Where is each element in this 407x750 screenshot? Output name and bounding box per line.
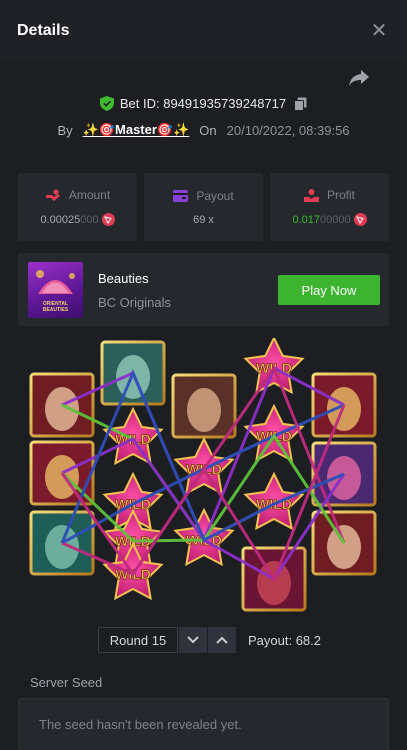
by-label: By [57, 122, 73, 138]
username-link[interactable]: ✨🎯Master🎯✨ [83, 122, 190, 138]
on-label: On [199, 122, 217, 138]
chevron-up-icon [216, 636, 228, 644]
amount-value-trailing: 000 [80, 213, 99, 226]
bet-id-row: Bet ID: 89491935739248717 [0, 96, 407, 111]
payout-value: 69 x [193, 213, 214, 226]
round-controls: Round 15 Payout: 68.2 [98, 627, 321, 653]
thumbnail-text: ORIENTAL BEAUTIES [42, 301, 69, 313]
slot-result-board: WILDWILDWILDWILDWILDWILDWILDWILDWILD [29, 338, 377, 612]
reel-symbols: WILDWILDWILDWILDWILDWILDWILDWILDWILD [29, 338, 377, 612]
profit-value-trailing: 00000 [319, 213, 351, 226]
payout-stat: Payout 69 x [144, 173, 263, 241]
woman-a-symbol-art [45, 387, 79, 431]
round-up-button[interactable] [208, 627, 236, 653]
copy-icon[interactable] [294, 97, 307, 111]
bet-meta-row: By ✨🎯Master🎯✨ On 20/10/2022, 08:39:56 [0, 122, 407, 138]
amount-icon [45, 188, 60, 201]
round-payout: Payout: 68.2 [248, 632, 321, 648]
wallet-icon [173, 189, 189, 202]
trx-coin-icon [101, 213, 115, 226]
drum-symbol-art [257, 561, 291, 605]
profit-label: Profit [326, 188, 355, 202]
amount-label: Amount [68, 188, 111, 202]
server-seed-text: The seed hasn't been revealed yet. [39, 717, 242, 732]
woman-a-symbol-art [327, 525, 361, 569]
details-header: Details ✕ [0, 0, 407, 62]
amount-stat: Amount 0.00025 000 [18, 173, 137, 241]
play-now-button[interactable]: Play Now [278, 275, 380, 305]
close-icon[interactable]: ✕ [369, 21, 389, 41]
round-down-button[interactable] [179, 627, 207, 653]
bet-id: Bet ID: 89491935739248717 [119, 96, 287, 111]
round-selector[interactable]: Round 15 [98, 627, 178, 653]
bet-date: 20/10/2022, 08:39:56 [226, 122, 350, 138]
bet-stats: Amount 0.00025 000 Payout 69 x Profit 0.… [18, 173, 389, 241]
amount-value: 0.00025 [40, 213, 81, 226]
shield-check-icon [99, 96, 114, 111]
woman-b-symbol-art [187, 388, 221, 432]
chevron-down-icon [187, 636, 199, 644]
game-card: ORIENTAL BEAUTIES Beauties BC Originals … [18, 253, 389, 326]
server-seed-title: Server Seed [30, 675, 103, 690]
game-name: Beauties [98, 271, 149, 286]
trx-coin-icon [353, 213, 367, 226]
profit-value: 0.017 [292, 213, 320, 226]
profit-stat: Profit 0.017 00000 [270, 173, 389, 241]
payout-label: Payout [196, 188, 234, 203]
game-provider: BC Originals [98, 295, 171, 310]
profit-icon [303, 188, 319, 202]
header-title: Details [17, 22, 70, 39]
game-thumbnail[interactable]: ORIENTAL BEAUTIES [28, 262, 83, 318]
share-icon[interactable] [347, 68, 371, 88]
server-seed-box: The seed hasn't been revealed yet. [18, 698, 389, 750]
